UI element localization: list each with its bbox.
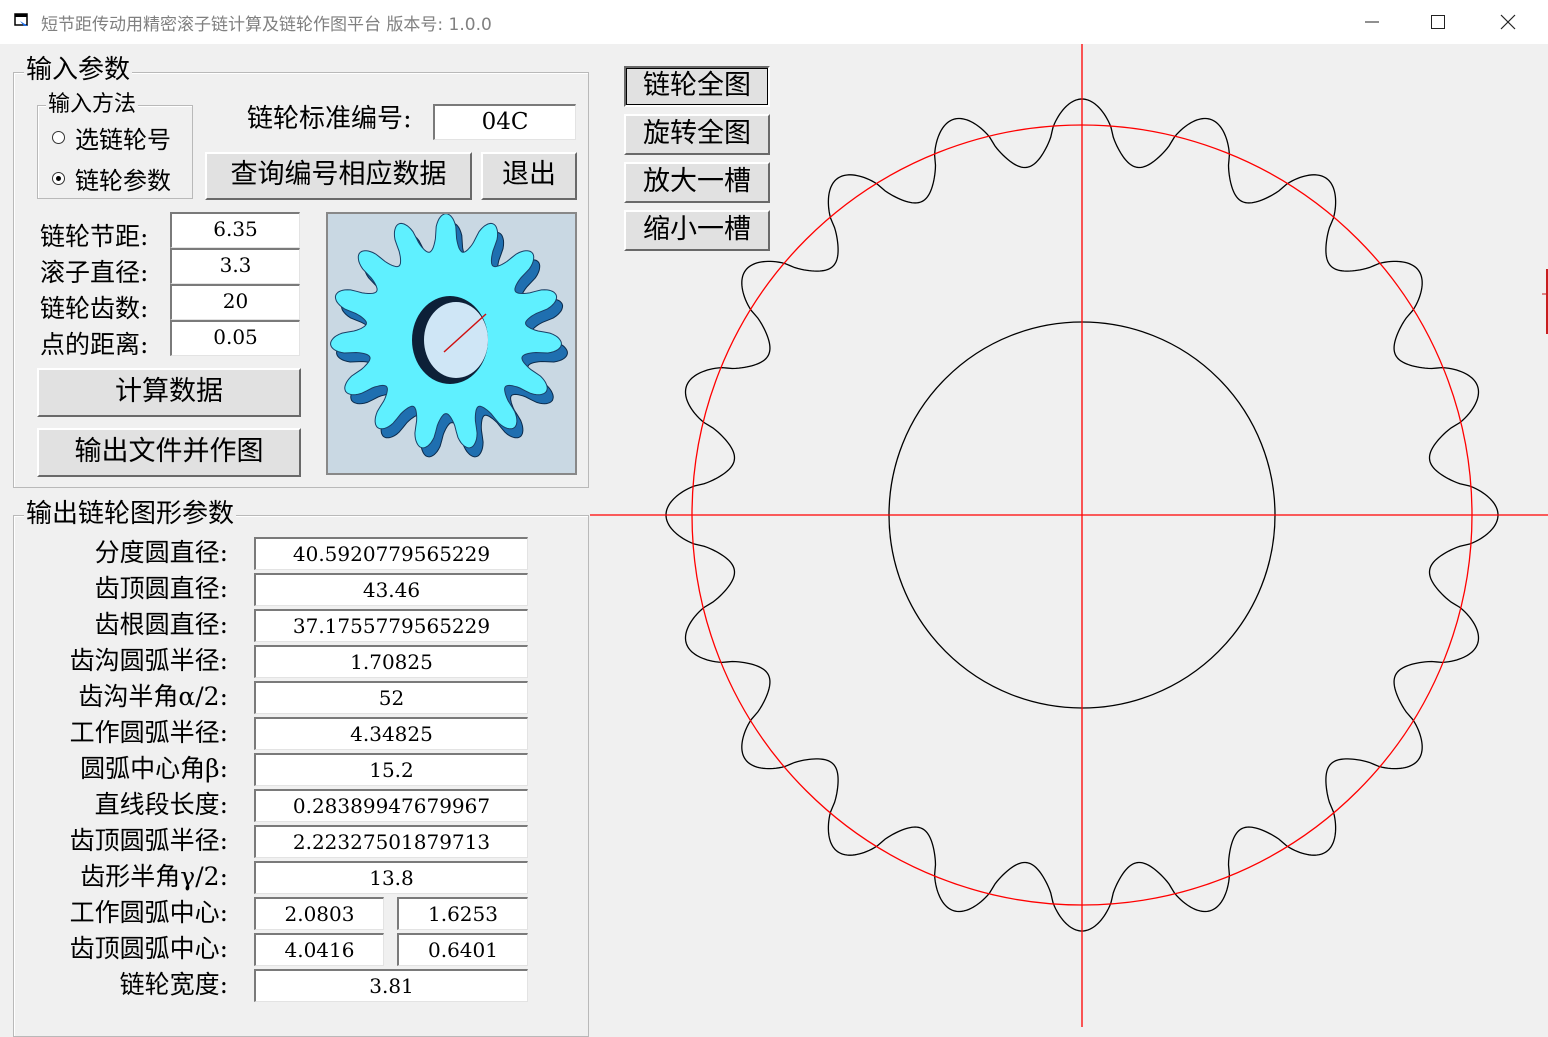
output-and-draw-button[interactable]: 输出文件并作图 (37, 428, 301, 477)
param-input-pitch[interactable]: 6.35 (170, 212, 300, 248)
maximize-button[interactable] (1403, 0, 1473, 44)
output-label: 齿顶圆直径: (94, 574, 228, 603)
output-value[interactable]: 15.2 (254, 753, 528, 786)
param-label-pitch: 链轮节距: (40, 222, 149, 251)
minimize-button[interactable] (1337, 0, 1407, 44)
radio-button-icon (52, 131, 65, 144)
minimize-icon (1365, 21, 1379, 23)
param-input-point-distance[interactable]: 0.05 (170, 320, 300, 356)
output-value[interactable]: 52 (254, 681, 528, 714)
output-label: 齿沟半角α/2: (78, 682, 228, 711)
output-value[interactable]: 0.28389947679967 (254, 789, 528, 822)
sprocket-drawing-canvas (590, 44, 1548, 1027)
radio-sprocket-params[interactable]: 链轮参数 (52, 161, 171, 196)
output-label: 圆弧中心角β: (80, 754, 228, 783)
output-label: 工作圆弧半径: (69, 718, 228, 747)
output-label: 齿根圆直径: (94, 610, 228, 639)
output-value[interactable]: 1.70825 (254, 645, 528, 678)
output-params-legend: 输出链轮图形参数 (24, 499, 237, 529)
output-value[interactable]: 37.1755779565229 (254, 609, 528, 642)
query-button[interactable]: 查询编号相应数据 (205, 152, 472, 200)
output-label: 分度圆直径: (94, 538, 228, 567)
standard-no-label: 链轮标准编号: (247, 104, 412, 134)
window-title: 短节距传动用精密滚子链计算及链轮作图平台 版本号: 1.0.0 (41, 15, 492, 35)
param-label-teeth: 链轮齿数: (40, 294, 149, 323)
output-label: 链轮宽度: (119, 970, 228, 999)
output-value[interactable]: 2.22327501879713 (254, 825, 528, 858)
client-area: 输入参数 输入方法 选链轮号 链轮参数 链轮标准编号: 04C 查询编号相应数据… (0, 44, 1548, 1037)
output-label: 齿沟圆弧半径: (69, 646, 228, 675)
bore-hole-inner (424, 302, 488, 378)
exit-button[interactable]: 退出 (481, 152, 577, 200)
app-icon (14, 13, 28, 26)
output-value-x[interactable]: 2.0803 (254, 897, 384, 930)
output-value[interactable]: 13.8 (254, 861, 528, 894)
radio-label: 链轮参数 (75, 167, 171, 195)
output-label: 直线段长度: (94, 790, 228, 819)
output-label: 齿顶圆弧中心: (69, 934, 228, 963)
output-value[interactable]: 43.46 (254, 573, 528, 606)
input-method-legend: 输入方法 (46, 92, 139, 117)
input-params-legend: 输入参数 (24, 55, 133, 85)
output-value-y[interactable]: 0.6401 (397, 933, 528, 966)
edge-artifact (1542, 269, 1548, 334)
standard-no-input[interactable]: 04C (433, 104, 576, 140)
param-label-roller-diameter: 滚子直径: (40, 258, 149, 287)
param-label-point-distance: 点的距离: (40, 330, 149, 359)
calculate-button[interactable]: 计算数据 (37, 368, 301, 417)
close-button[interactable] (1473, 0, 1543, 44)
title-bar: 短节距传动用精密滚子链计算及链轮作图平台 版本号: 1.0.0 (0, 0, 1548, 44)
close-icon (1500, 14, 1516, 30)
maximize-icon (1431, 15, 1445, 29)
output-value[interactable]: 40.5920779565229 (254, 537, 528, 570)
param-input-roller-diameter[interactable]: 3.3 (170, 248, 300, 284)
output-label: 齿形半角γ/2: (80, 862, 228, 891)
output-value[interactable]: 3.81 (254, 969, 528, 1002)
output-value[interactable]: 4.34825 (254, 717, 528, 750)
radio-select-sprocket-no[interactable]: 选链轮号 (52, 120, 171, 155)
output-value-y[interactable]: 1.6253 (397, 897, 528, 930)
radio-label: 选链轮号 (75, 126, 171, 154)
output-label: 齿顶圆弧半径: (69, 826, 228, 855)
output-label: 工作圆弧中心: (69, 898, 228, 927)
radio-button-icon (52, 172, 65, 185)
param-input-teeth[interactable]: 20 (170, 284, 300, 320)
sprocket-3d-icon (330, 213, 568, 458)
output-value-x[interactable]: 4.0416 (254, 933, 384, 966)
sprocket-preview (326, 212, 577, 475)
